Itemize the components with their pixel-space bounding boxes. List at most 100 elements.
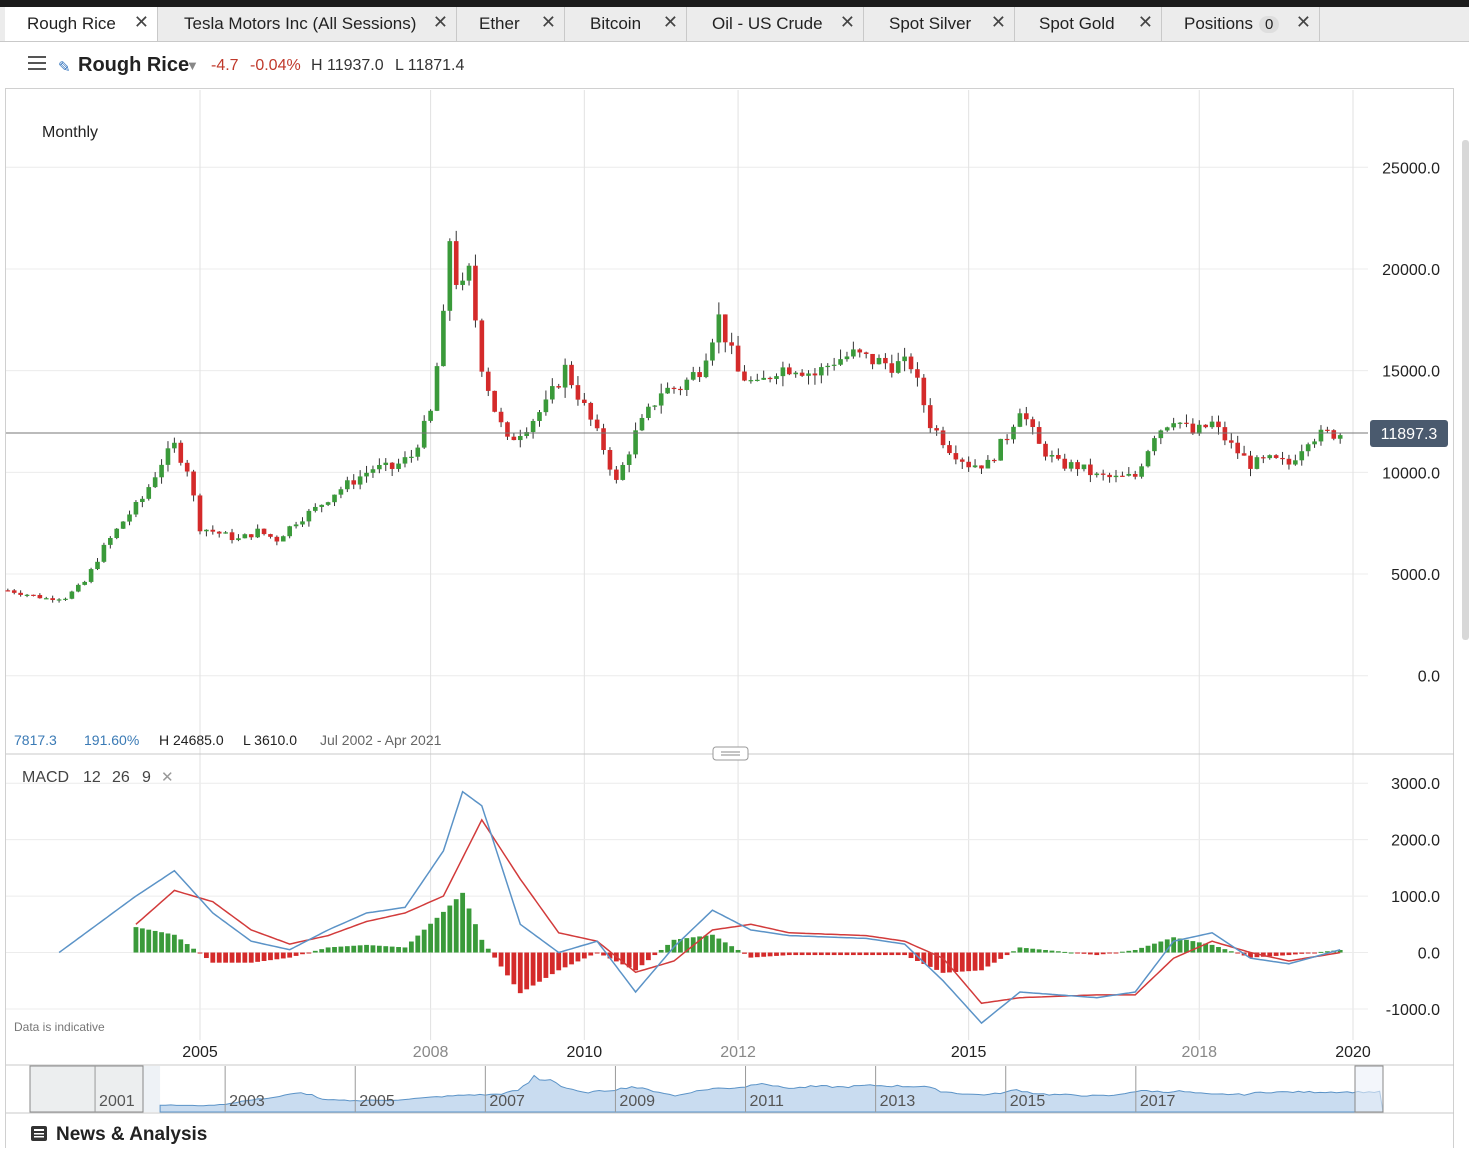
histogram-bar [902,952,908,956]
candle-body [658,393,664,406]
histogram-bar [171,934,177,953]
candle-body [979,465,984,469]
candle-body [1081,464,1087,470]
histogram-bar [658,949,664,953]
histogram-bar [1299,952,1305,954]
candle-body [140,498,145,502]
histogram-bar [991,952,997,963]
histogram-bar [287,952,293,958]
candle-body [473,265,478,321]
histogram-bar [511,952,517,985]
y-tick-label: 5000.0 [1391,567,1440,584]
candle-body [1030,419,1036,428]
histogram-bar [927,952,933,967]
histogram-bar [325,947,331,953]
histogram-bar [876,952,882,956]
y-tick-label: 10000.0 [1382,465,1440,482]
candle-body [1190,423,1196,434]
y-tick-label: -1000.0 [1386,1002,1440,1019]
candle-body [697,372,702,378]
candle-body [1184,422,1189,424]
histogram-bar [1286,952,1292,956]
candle-body [1254,457,1260,469]
newspaper-icon [31,1126,47,1141]
histogram-bar [1139,947,1145,953]
histogram-bar [300,952,305,955]
histogram-bar [1235,952,1241,954]
navigator-right-mask [1354,1065,1384,1113]
histogram-bar [236,952,241,963]
histogram-bar [274,952,280,960]
candle-body [312,506,318,511]
histogram-bar [204,952,209,959]
histogram-bar [543,952,549,978]
histogram-bar [505,952,510,976]
histogram-bar [242,952,248,963]
candle-body [851,349,856,357]
candle-body [761,377,766,380]
candle-body [722,314,728,343]
histogram-bar [581,952,587,959]
macd-y-axis: 3000.0 2000.0 1000.0 0.0 -1000.0 [1386,776,1440,1019]
candle-body [114,528,120,539]
grid-lines [6,90,1368,1040]
candle-body [652,405,658,407]
candle-body [927,405,933,429]
candle-body [1337,435,1343,439]
date-range: Jul 2002 - Apr 2021 [320,732,442,748]
histogram-bar [947,952,952,973]
histogram-bar [415,935,421,953]
candle-body [1017,413,1023,427]
candle-body [505,422,510,437]
candle-body [1049,455,1055,457]
candle-body [165,448,171,465]
histogram-bar [812,952,818,956]
candle-body [248,534,254,538]
candle-body [684,379,690,390]
candle-body [1062,458,1068,469]
candle-body [1145,451,1151,467]
histogram-bar [1209,944,1215,953]
candle-body [127,514,132,522]
candle-body [447,241,453,311]
candle-body [575,385,581,400]
histogram-bar [319,949,325,953]
histogram-bar [229,952,235,963]
histogram-bar [1107,952,1112,954]
range-change-percent: 191.60% [84,732,139,748]
histogram-bar [293,952,299,956]
candle-body [831,364,837,366]
candle-body [43,598,49,600]
chart-canvas[interactable]: 11897.3 25000.0 20000.0 15000.0 10000.0 5000… [0,0,1469,1152]
navigator-year-label: 2013 [880,1093,916,1110]
histogram-bar [370,945,376,953]
panel-resize-handle[interactable] [712,746,749,761]
histogram-bar [1305,952,1311,954]
candle-body [1318,429,1324,442]
y-tick-label: 15000.0 [1382,364,1440,381]
navigator-year-label: 2001 [99,1093,135,1110]
histogram-bar [1062,951,1068,953]
candle-body [620,464,626,480]
candle-body [947,445,952,454]
histogram-bar [857,952,863,956]
histogram-bar [466,908,472,953]
histogram-bar [1126,950,1132,953]
histogram-bar [1292,952,1298,955]
candle-body [56,599,62,601]
candle-body [268,534,273,537]
candle-body [1043,443,1048,457]
candle-body [735,345,741,372]
histogram-bar [562,952,568,968]
news-analysis-header[interactable]: News & Analysis [56,1124,207,1146]
histogram-bar [1004,952,1010,956]
histogram-bar [639,952,645,966]
candle-body [774,376,779,379]
navigator[interactable]: 2001 2003 2005 2007 2009 2011 2013 2015 2017 [29,1065,1384,1113]
histogram-bar [825,952,831,956]
candle-body [1203,424,1208,428]
histogram-bar [863,952,869,956]
histogram-bar [357,945,363,953]
candle-body [1331,430,1337,439]
histogram-bar [159,932,164,953]
